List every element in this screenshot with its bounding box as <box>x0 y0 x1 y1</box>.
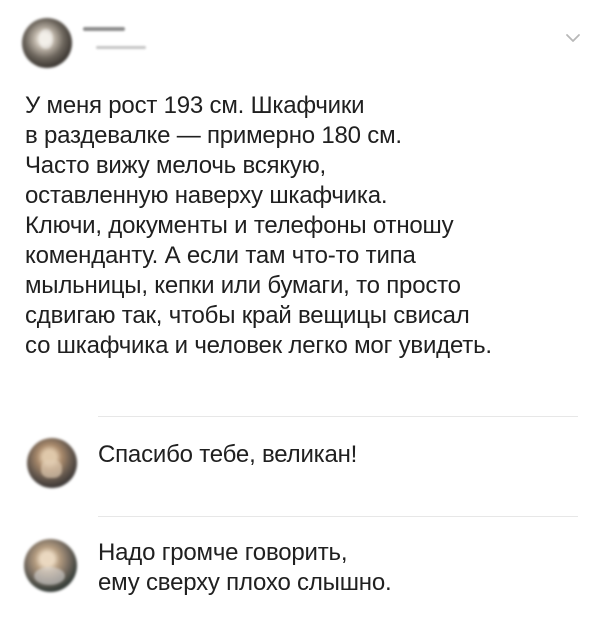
post-menu-button[interactable] <box>564 31 582 45</box>
comment-divider <box>98 516 578 517</box>
chevron-down-icon <box>566 34 580 42</box>
blurred-post-meta <box>96 46 146 52</box>
post-header <box>22 18 582 68</box>
comment: Надо громче говорить, ему сверху плохо с… <box>0 532 600 616</box>
commenter-avatar[interactable] <box>27 438 77 488</box>
author-avatar[interactable] <box>22 18 72 68</box>
comment-text: Надо громче говорить, ему сверху плохо с… <box>98 539 392 596</box>
post-text: У меня рост 193 см. Шкафчики в раздевалк… <box>25 92 492 359</box>
blurred-author-name[interactable] <box>83 27 125 36</box>
comment-text: Спасибо тебе, великан! <box>98 441 358 468</box>
comment-divider <box>98 416 578 417</box>
commenter-avatar[interactable] <box>24 539 77 592</box>
comment: Спасибо тебе, великан! <box>0 426 600 510</box>
